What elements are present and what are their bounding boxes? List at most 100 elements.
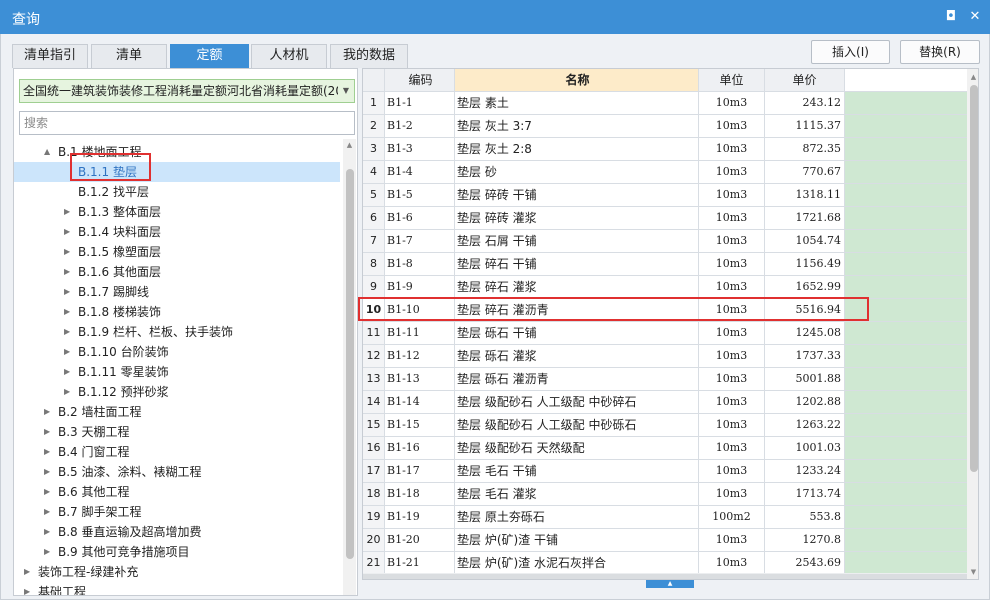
table-row[interactable]: 5 B1-5 垫层 碎砖 干铺 10m3 1318.11 [363, 184, 967, 207]
table-row[interactable]: 14 B1-14 垫层 级配砂石 人工级配 中砂碎石 10m3 1202.88 [363, 391, 967, 414]
table-row[interactable]: 4 B1-4 垫层 砂 10m3 770.67 [363, 161, 967, 184]
collapse-triangle-icon[interactable]: ▶ [44, 462, 54, 482]
tree-node[interactable]: ▶ B.1.3 整体面层 [14, 202, 340, 222]
tab-list-guide[interactable]: 清单指引 [12, 44, 88, 68]
collapse-triangle-icon[interactable]: ▶ [64, 242, 74, 262]
tree-node[interactable]: ▶ B.2 墙柱面工程 [14, 402, 340, 422]
row-price: 1270.8 [765, 529, 845, 551]
table-row[interactable]: 11 B1-11 垫层 砾石 干铺 10m3 1245.08 [363, 322, 967, 345]
search-input[interactable] [19, 111, 355, 135]
collapse-triangle-icon[interactable]: ▶ [44, 482, 54, 502]
table-header: 编码 名称 单位 单价 [363, 69, 967, 92]
table-row[interactable]: 13 B1-13 垫层 砾石 灌沥青 10m3 5001.88 [363, 368, 967, 391]
tree-node[interactable]: ▶ B.1.9 栏杆、栏板、扶手装饰 [14, 322, 340, 342]
table-row[interactable]: 3 B1-3 垫层 灰土 2:8 10m3 872.35 [363, 138, 967, 161]
header-unit[interactable]: 单位 [699, 69, 765, 91]
close-icon[interactable]: ✕ [966, 8, 984, 26]
table-row[interactable]: 12 B1-12 垫层 砾石 灌浆 10m3 1737.33 [363, 345, 967, 368]
collapse-triangle-icon[interactable]: ▶ [64, 202, 74, 222]
tree-scrollbar[interactable]: ▲ [343, 139, 356, 595]
collapse-triangle-icon[interactable]: ▶ [64, 282, 74, 302]
row-code: B1-16 [385, 437, 455, 459]
collapse-triangle-icon[interactable]: ▶ [44, 542, 54, 562]
scroll-up-icon[interactable]: ▲ [343, 139, 356, 151]
table-scroll-up-icon[interactable]: ▲ [967, 71, 978, 83]
table-scrollbar[interactable]: ▲ ▼ [967, 69, 978, 579]
collapse-triangle-icon[interactable]: ▶ [64, 262, 74, 282]
collapse-triangle-icon[interactable]: ▶ [24, 562, 34, 582]
replace-button[interactable]: 替换(R) [900, 40, 980, 64]
tree-node-label: B.1.10 台阶装饰 [78, 345, 169, 359]
tree-node[interactable]: ▶ B.9 其他可竞争措施项目 [14, 542, 340, 562]
collapse-triangle-icon[interactable]: ▶ [44, 422, 54, 442]
table-row[interactable]: 15 B1-15 垫层 级配砂石 人工级配 中砂砾石 10m3 1263.22 [363, 414, 967, 437]
tree-scroll-thumb[interactable] [346, 169, 354, 559]
row-unit: 10m3 [699, 483, 765, 505]
restore-icon[interactable]: ◘ [942, 8, 960, 26]
collapse-triangle-icon[interactable]: ▶ [64, 322, 74, 342]
tree-node[interactable]: ▶ B.1.8 楼梯装饰 [14, 302, 340, 322]
tree-node[interactable]: ▶ 装饰工程-绿建补充 [14, 562, 340, 582]
table-row[interactable]: 6 B1-6 垫层 碎砖 灌浆 10m3 1721.68 [363, 207, 967, 230]
table-row[interactable]: 2 B1-2 垫层 灰土 3:7 10m3 1115.37 [363, 115, 967, 138]
collapse-triangle-icon[interactable]: ▶ [44, 442, 54, 462]
insert-button[interactable]: 插入(I) [811, 40, 890, 64]
table-row[interactable]: 7 B1-7 垫层 石屑 干铺 10m3 1054.74 [363, 230, 967, 253]
tab-labor-material[interactable]: 人材机 [251, 44, 327, 68]
tree-node[interactable]: ▶ B.1.4 块料面层 [14, 222, 340, 242]
table-hscrollbar[interactable] [363, 573, 967, 579]
tree-node[interactable]: ▶ B.4 门窗工程 [14, 442, 340, 462]
row-unit: 10m3 [699, 414, 765, 436]
table-row[interactable]: 21 B1-21 垫层 炉(矿)渣 水泥石灰拌合 10m3 2543.69 [363, 552, 967, 575]
tree-node[interactable]: ▶ B.1.12 预拌砂浆 [14, 382, 340, 402]
collapse-triangle-icon[interactable]: ▶ [44, 502, 54, 522]
tree-node[interactable]: ▶ B.8 垂直运输及超高增加费 [14, 522, 340, 542]
collapse-triangle-icon[interactable]: ▶ [64, 362, 74, 382]
table-row[interactable]: 9 B1-9 垫层 碎石 灌浆 10m3 1652.99 [363, 276, 967, 299]
header-price[interactable]: 单价 [765, 69, 845, 91]
collapse-panel-icon[interactable]: ▲ [646, 580, 694, 588]
tree-node[interactable]: B.1.2 找平层 [14, 182, 340, 202]
tree-node-label: B.2 墙柱面工程 [58, 405, 142, 419]
header-name[interactable]: 名称 [455, 69, 699, 91]
collapse-triangle-icon[interactable]: ▶ [24, 582, 34, 595]
collapse-triangle-icon[interactable]: ▶ [44, 402, 54, 422]
table-row[interactable]: 10 B1-10 垫层 碎石 灌沥青 10m3 5516.94 [363, 299, 967, 322]
tree-node[interactable]: B.1.1 垫层 [14, 162, 340, 182]
tree-node[interactable]: ▶ 基础工程 [14, 582, 340, 595]
table-row[interactable]: 1 B1-1 垫层 素土 10m3 243.12 [363, 92, 967, 115]
tree-node[interactable]: ▶ B.1.6 其他面层 [14, 262, 340, 282]
collapse-triangle-icon[interactable]: ▶ [64, 342, 74, 362]
table-row[interactable]: 8 B1-8 垫层 碎石 干铺 10m3 1156.49 [363, 253, 967, 276]
tree-node[interactable]: ▶ B.1.11 零星装饰 [14, 362, 340, 382]
tree-node[interactable]: ▶ B.1.10 台阶装饰 [14, 342, 340, 362]
collapse-triangle-icon[interactable]: ▶ [64, 222, 74, 242]
table-scroll-thumb[interactable] [970, 85, 978, 472]
table-row[interactable]: 17 B1-17 垫层 毛石 干铺 10m3 1233.24 [363, 460, 967, 483]
tree-node-label: B.4 门窗工程 [58, 445, 130, 459]
tree-node[interactable]: ▶ B.3 天棚工程 [14, 422, 340, 442]
expand-triangle-icon[interactable]: ▲ [44, 142, 54, 162]
collapse-triangle-icon[interactable]: ▶ [64, 382, 74, 402]
row-code: B1-14 [385, 391, 455, 413]
table-scroll-down-icon[interactable]: ▼ [967, 566, 978, 578]
dropdown-arrow-icon[interactable]: ▼ [338, 80, 354, 102]
tab-my-data[interactable]: 我的数据 [330, 44, 408, 68]
window-title: 查询 [12, 12, 40, 28]
table-row[interactable]: 20 B1-20 垫层 炉(矿)渣 干铺 10m3 1270.8 [363, 529, 967, 552]
tree-node[interactable]: ▶ B.1.5 橡塑面层 [14, 242, 340, 262]
tree-node[interactable]: ▶ B.6 其他工程 [14, 482, 340, 502]
table-row[interactable]: 18 B1-18 垫层 毛石 灌浆 10m3 1713.74 [363, 483, 967, 506]
quota-library-select[interactable]: 全国统一建筑装饰装修工程消耗量定额河北省消耗量定额(2012) ▼ [19, 79, 355, 103]
table-row[interactable]: 16 B1-16 垫层 级配砂石 天然级配 10m3 1001.03 [363, 437, 967, 460]
collapse-triangle-icon[interactable]: ▶ [44, 522, 54, 542]
tab-list[interactable]: 清单 [91, 44, 167, 68]
tab-quota[interactable]: 定额 [170, 44, 249, 68]
tree-node[interactable]: ▶ B.7 脚手架工程 [14, 502, 340, 522]
tree-node[interactable]: ▲ B.1 楼地面工程 [14, 142, 340, 162]
collapse-triangle-icon[interactable]: ▶ [64, 302, 74, 322]
table-row[interactable]: 19 B1-19 垫层 原土夯砾石 100m2 553.8 [363, 506, 967, 529]
tree-node[interactable]: ▶ B.1.7 踢脚线 [14, 282, 340, 302]
tree-node[interactable]: ▶ B.5 油漆、涂料、裱糊工程 [14, 462, 340, 482]
header-code[interactable]: 编码 [385, 69, 455, 91]
